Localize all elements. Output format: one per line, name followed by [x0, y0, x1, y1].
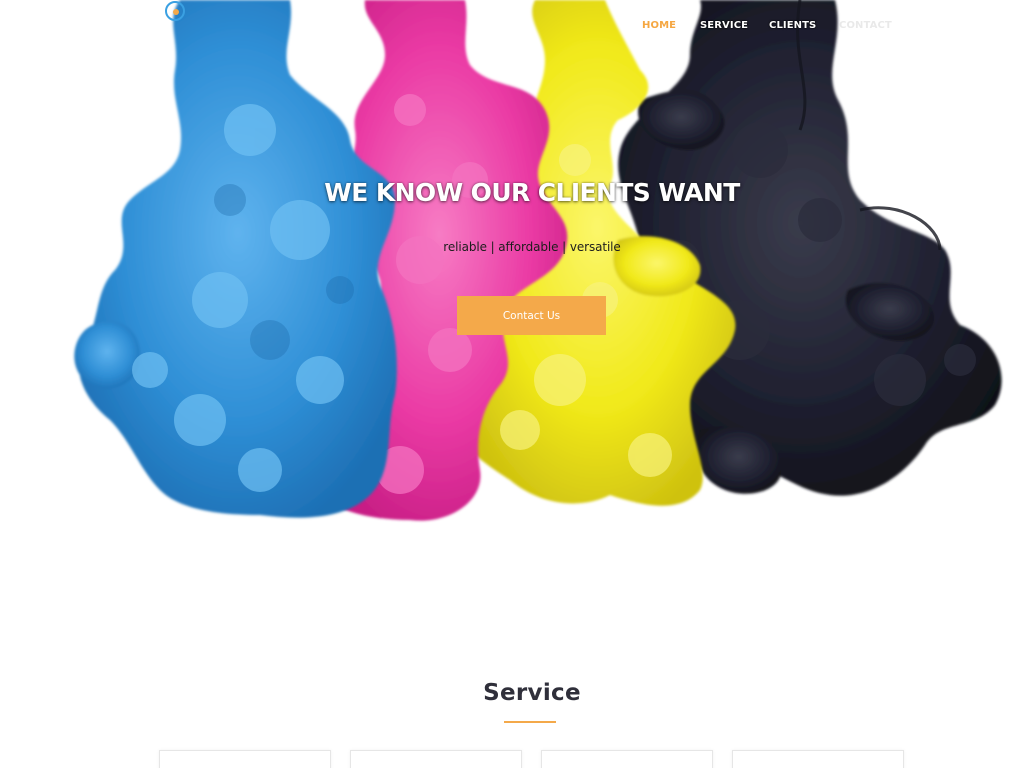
nav-item-clients[interactable]: CLIENTS — [769, 20, 839, 31]
ink-cyan — [74, 0, 397, 518]
hero-tagline: reliable | affordable | versatile — [443, 240, 621, 254]
brand-logo-icon[interactable] — [164, 0, 186, 22]
service-card[interactable] — [350, 750, 522, 768]
service-card[interactable] — [541, 750, 713, 768]
contact-us-button[interactable]: Contact Us — [457, 296, 606, 335]
hero-headline: WE KNOW OUR CLIENTS WANT — [324, 178, 740, 207]
service-section-title: Service — [483, 680, 581, 706]
nav-item-contact[interactable]: CONTACT — [839, 20, 909, 31]
service-card[interactable] — [159, 750, 331, 768]
ink-splash-illustration — [74, 0, 1002, 521]
nav-item-home[interactable]: HOME — [642, 20, 700, 31]
service-card[interactable] — [732, 750, 904, 768]
page: HOME SERVICE CLIENTS CONTACT WE KNOW OUR… — [0, 0, 1024, 768]
nav-item-service[interactable]: SERVICE — [700, 20, 769, 31]
section-title-underline — [504, 721, 556, 723]
hero-section: HOME SERVICE CLIENTS CONTACT WE KNOW OUR… — [0, 0, 1024, 560]
main-nav: HOME SERVICE CLIENTS CONTACT — [642, 20, 909, 31]
